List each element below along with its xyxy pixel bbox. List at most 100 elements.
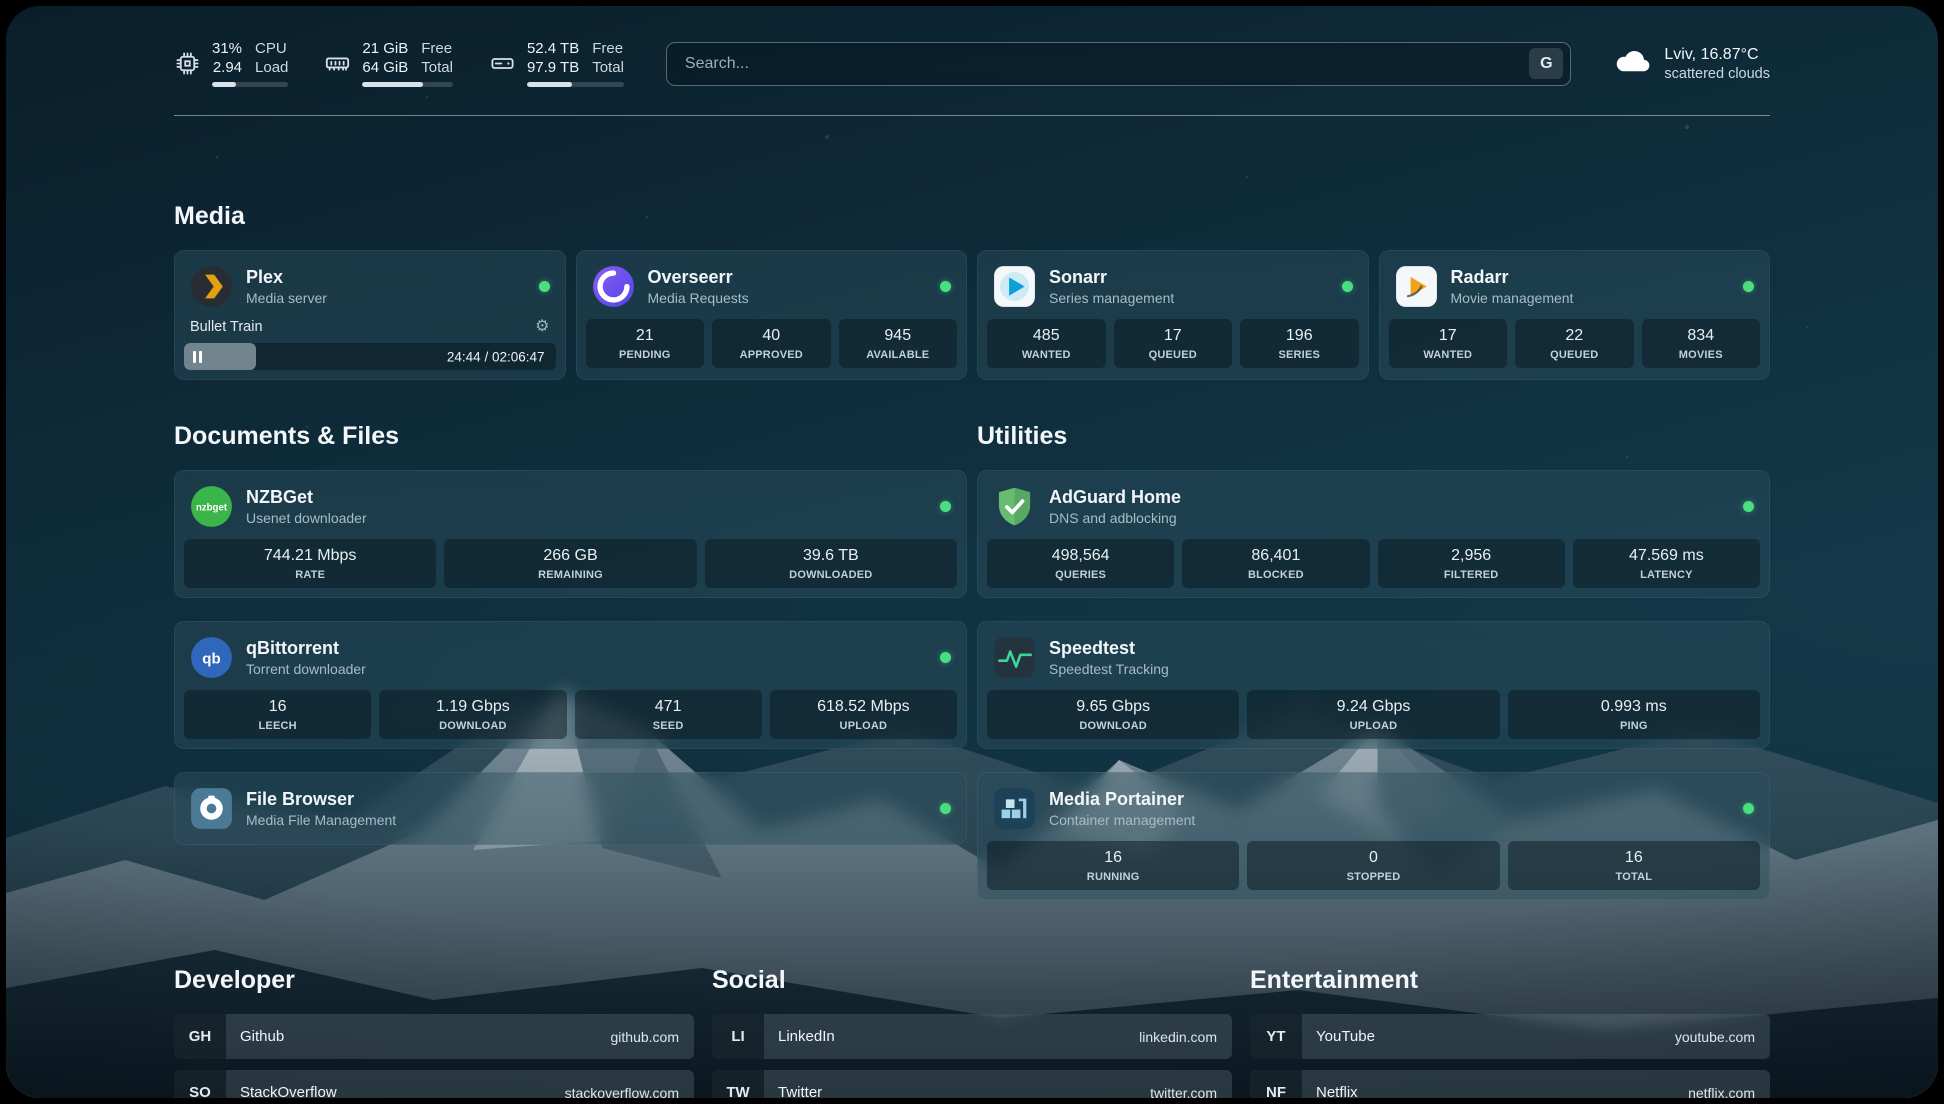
service-name: File Browser bbox=[246, 789, 396, 810]
service-card-nzbget: nzbget NZBGet Usenet downloader 744.21 M… bbox=[174, 470, 967, 598]
service-description: Media File Management bbox=[246, 812, 396, 828]
memory-free-value: 21 GiB bbox=[362, 40, 408, 58]
service-name: Media Portainer bbox=[1049, 789, 1195, 810]
memory-widget: 21 GiB Free 64 GiB Total bbox=[324, 40, 453, 87]
stat-leech: 16 LEECH bbox=[184, 690, 371, 739]
cpu-load-value: 2.94 bbox=[212, 59, 242, 77]
stat-total: 16 TOTAL bbox=[1508, 841, 1760, 890]
search-input[interactable] bbox=[683, 54, 1530, 74]
service-name: Plex bbox=[246, 267, 327, 288]
section-title-utilities: Utilities bbox=[977, 422, 1770, 451]
bookmark-label: StackOverflow bbox=[226, 1084, 337, 1098]
stat-stopped: 0 STOPPED bbox=[1247, 841, 1499, 890]
service-card-portainer: Media Portainer Container management 16 … bbox=[977, 772, 1770, 900]
stat-download: 9.65 Gbps DOWNLOAD bbox=[987, 690, 1239, 739]
stat-available: 945 AVAILABLE bbox=[839, 319, 958, 368]
bookmark-group-entertainment: Entertainment YT YouTube youtube.com NF … bbox=[1250, 966, 1770, 1098]
sonarr-header[interactable]: Sonarr Series management bbox=[987, 260, 1359, 319]
weather-widget: Lviv, 16.87°C scattered clouds bbox=[1613, 42, 1770, 85]
status-dot bbox=[1743, 281, 1754, 292]
cpu-percent: 31% bbox=[212, 40, 242, 58]
bookmark-label: Github bbox=[226, 1028, 284, 1045]
pause-icon[interactable] bbox=[193, 351, 202, 363]
service-name: Overseerr bbox=[648, 267, 749, 288]
memory-free-label: Free bbox=[421, 40, 453, 58]
radarr-header[interactable]: Radarr Movie management bbox=[1389, 260, 1761, 319]
service-description: Usenet downloader bbox=[246, 510, 367, 526]
bookmark-abbr: GH bbox=[174, 1014, 226, 1059]
plex-header[interactable]: Plex Media server bbox=[184, 260, 556, 319]
stat-downloaded: 39.6 TB DOWNLOADED bbox=[705, 539, 957, 588]
bookmark-url: netflix.com bbox=[1688, 1085, 1770, 1099]
stat-blocked: 86,401 BLOCKED bbox=[1182, 539, 1369, 588]
overseerr-header[interactable]: Overseerr Media Requests bbox=[586, 260, 958, 319]
cpu-icon bbox=[174, 50, 201, 77]
speedtest-header[interactable]: Speedtest Speedtest Tracking bbox=[987, 631, 1760, 690]
filebrowser-icon bbox=[190, 787, 233, 830]
section-title-social: Social bbox=[712, 966, 1232, 995]
sonarr-icon bbox=[993, 265, 1036, 308]
memory-icon bbox=[324, 50, 351, 77]
stat-latency: 47.569 ms LATENCY bbox=[1573, 539, 1760, 588]
stat-queued: 17 QUEUED bbox=[1114, 319, 1233, 368]
gear-icon[interactable]: ⚙ bbox=[535, 319, 549, 335]
stat-queued: 22 QUEUED bbox=[1515, 319, 1634, 368]
adguard-icon bbox=[993, 485, 1036, 528]
bookmark-stackoverflow[interactable]: SO StackOverflow stackoverflow.com bbox=[174, 1070, 694, 1098]
status-dot bbox=[940, 652, 951, 663]
bookmark-youtube[interactable]: YT YouTube youtube.com bbox=[1250, 1014, 1770, 1059]
bookmark-netflix[interactable]: NF Netflix netflix.com bbox=[1250, 1070, 1770, 1098]
bookmark-abbr: YT bbox=[1250, 1014, 1302, 1059]
disk-total-label: Total bbox=[592, 59, 624, 77]
memory-usage-bar bbox=[362, 82, 453, 87]
disk-icon bbox=[489, 50, 516, 77]
filebrowser-header[interactable]: File Browser Media File Management bbox=[184, 782, 957, 835]
stat-queries: 498,564 QUERIES bbox=[987, 539, 1174, 588]
stat-wanted: 17 WANTED bbox=[1389, 319, 1508, 368]
dashboard-screen: 31% CPU 2.94 Load bbox=[6, 6, 1938, 1098]
service-card-qbittorrent: qb qBittorrent Torrent downloader 16 bbox=[174, 621, 967, 749]
weather-condition: scattered clouds bbox=[1664, 66, 1770, 82]
section-title-documents: Documents & Files bbox=[174, 422, 967, 451]
service-card-plex: Plex Media server Bullet Train ⚙ bbox=[174, 250, 566, 380]
bookmark-group-developer: Developer GH Github github.com SO StackO… bbox=[174, 966, 694, 1098]
search-provider-button[interactable]: G bbox=[1529, 48, 1563, 79]
bookmark-abbr: TW bbox=[712, 1070, 764, 1098]
bookmark-url: github.com bbox=[611, 1029, 694, 1045]
bookmark-twitter[interactable]: TW Twitter twitter.com bbox=[712, 1070, 1232, 1098]
bookmark-abbr: NF bbox=[1250, 1070, 1302, 1098]
service-name: AdGuard Home bbox=[1049, 487, 1181, 508]
service-name: Radarr bbox=[1451, 267, 1574, 288]
bookmark-github[interactable]: GH Github github.com bbox=[174, 1014, 694, 1059]
service-name: NZBGet bbox=[246, 487, 367, 508]
service-card-filebrowser: File Browser Media File Management bbox=[174, 772, 967, 845]
cpu-widget: 31% CPU 2.94 Load bbox=[174, 40, 288, 87]
section-documents: Documents & Files nzbget NZBGet Usenet d… bbox=[174, 422, 967, 845]
svg-text:qb: qb bbox=[202, 650, 220, 667]
stat-download: 1.19 Gbps DOWNLOAD bbox=[379, 690, 566, 739]
stat-approved: 40 APPROVED bbox=[712, 319, 831, 368]
memory-total-value: 64 GiB bbox=[362, 59, 408, 77]
cpu-load-label: Load bbox=[255, 59, 288, 77]
qbittorrent-header[interactable]: qb qBittorrent Torrent downloader bbox=[184, 631, 957, 690]
search-bar: G bbox=[666, 42, 1572, 86]
service-description: Series management bbox=[1049, 290, 1174, 306]
svg-text:nzbget: nzbget bbox=[196, 502, 228, 513]
playback-time: 24:44 / 02:06:47 bbox=[447, 349, 545, 364]
service-description: Media server bbox=[246, 290, 327, 306]
bookmark-url: youtube.com bbox=[1675, 1029, 1770, 1045]
service-card-adguard: AdGuard Home DNS and adblocking 498,564 … bbox=[977, 470, 1770, 598]
speedtest-icon bbox=[993, 636, 1036, 679]
bookmark-linkedin[interactable]: LI LinkedIn linkedin.com bbox=[712, 1014, 1232, 1059]
disk-widget: 52.4 TB Free 97.9 TB Total bbox=[489, 40, 624, 87]
stat-seed: 471 SEED bbox=[575, 690, 762, 739]
nzbget-header[interactable]: nzbget NZBGet Usenet downloader bbox=[184, 480, 957, 539]
section-utilities: Utilities AdGuard Home DNS and adblockin… bbox=[977, 422, 1770, 900]
portainer-header[interactable]: Media Portainer Container management bbox=[987, 782, 1760, 841]
bookmark-abbr: LI bbox=[712, 1014, 764, 1059]
bookmark-label: Twitter bbox=[764, 1084, 822, 1098]
topbar: 31% CPU 2.94 Load bbox=[174, 40, 1770, 87]
section-title-developer: Developer bbox=[174, 966, 694, 995]
adguard-header[interactable]: AdGuard Home DNS and adblocking bbox=[987, 480, 1760, 539]
section-title-entertainment: Entertainment bbox=[1250, 966, 1770, 995]
